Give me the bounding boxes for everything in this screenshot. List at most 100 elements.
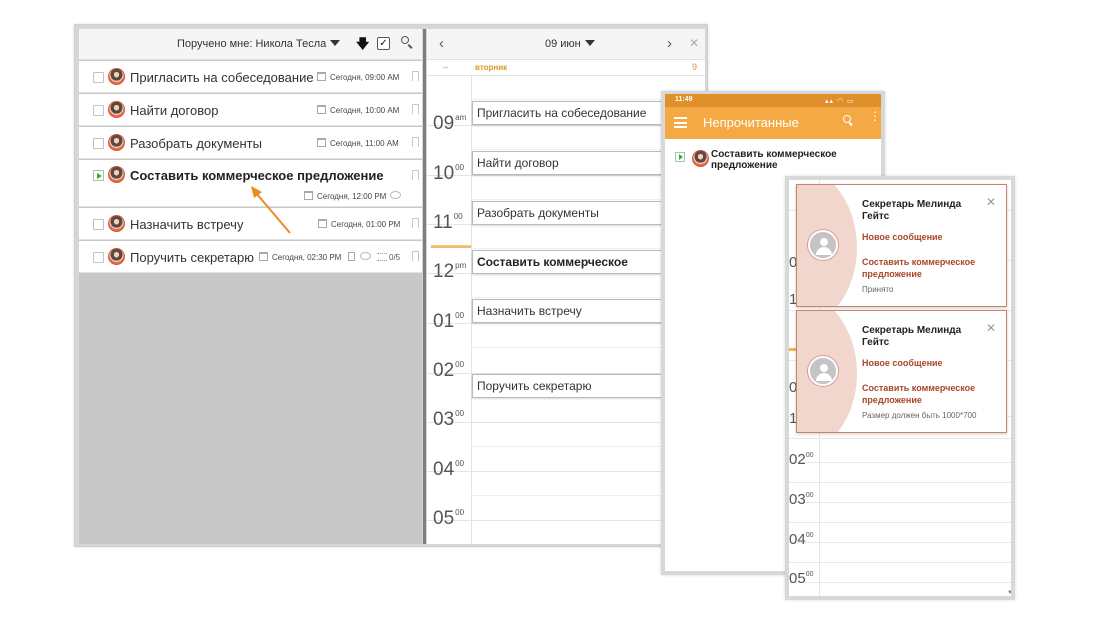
status-bar: 11:49 ▴▴ ◠ ▭	[665, 94, 881, 107]
notification-type: Новое сообщение	[862, 358, 943, 368]
hour-label: 0400	[789, 531, 814, 548]
bookmark-icon[interactable]	[412, 104, 419, 117]
chevron-right-icon[interactable]: ›	[667, 36, 672, 51]
user-avatar-icon	[808, 356, 838, 386]
task-date: Сегодня, 01:00 PM	[331, 220, 401, 229]
hour-label: 0500	[433, 508, 465, 529]
pointer-arrow	[251, 186, 291, 234]
scroll-down-icon[interactable]: ▼	[1007, 590, 1011, 596]
notification-screen: 0 1 0 1 0200 0300 0400 0500 ▼ Секретарь …	[785, 176, 1015, 600]
task-title[interactable]: Разобрать документы	[130, 136, 262, 151]
task-row[interactable]: Найти договор Сегодня, 10:00 AM	[79, 94, 422, 126]
bookmark-icon[interactable]	[412, 251, 419, 264]
notification-card[interactable]: Секретарь Мелинда Гейтс ✕ Новое сообщени…	[796, 184, 1007, 307]
app-bar-title: Непрочитанные	[703, 115, 799, 130]
close-icon[interactable]: ✕	[986, 322, 996, 334]
comment-icon	[360, 252, 371, 260]
task-row[interactable]: Пригласить на собеседование Сегодня, 09:…	[79, 61, 422, 93]
user-avatar-icon	[808, 230, 838, 260]
unread-task-item[interactable]: Составить коммерческое предложение	[711, 149, 871, 171]
calendar-date-label: 09 июн	[545, 38, 581, 50]
calendar-date-dropdown[interactable]: 09 июн	[545, 38, 595, 50]
task-checkbox[interactable]	[93, 72, 104, 83]
task-row[interactable]: Разобрать документы Сегодня, 11:00 AM	[79, 127, 422, 159]
hour-label: 09am	[433, 113, 467, 134]
task-checkbox[interactable]	[93, 219, 104, 230]
comment-icon	[390, 191, 401, 199]
check-icon[interactable]: ✓	[377, 37, 390, 50]
calendar-icon	[259, 252, 268, 261]
caret-down-icon	[584, 40, 595, 46]
hour-label: 12pm	[433, 261, 467, 282]
hamburger-menu-icon[interactable]	[674, 117, 687, 128]
bookmark-icon[interactable]	[412, 137, 419, 150]
avatar	[108, 101, 125, 118]
bookmark-icon[interactable]	[412, 71, 419, 84]
caret-down-icon	[330, 40, 341, 46]
more-vertical-icon[interactable]: ⋮	[869, 110, 881, 122]
task-list-panel: Поручено мне: Никола Тесла 🡇 ✓ Пригласит…	[79, 29, 422, 544]
task-checkbox[interactable]	[93, 252, 104, 263]
task-title[interactable]: Составить коммерческое предложение	[130, 168, 384, 183]
hour-label: 0100	[433, 311, 465, 332]
task-list-header: Поручено мне: Никола Тесла 🡇 ✓	[79, 29, 422, 60]
notification-sender: Секретарь Мелинда Гейтс	[862, 325, 962, 348]
notification-note: Размер должен быть 1000*700	[862, 411, 977, 420]
task-title[interactable]: Найти договор	[130, 103, 218, 118]
calendar-icon	[317, 105, 326, 114]
arrow-down-icon[interactable]: 🡇	[356, 37, 369, 50]
task-date: Сегодня, 11:00 AM	[330, 139, 399, 148]
avatar	[108, 166, 125, 183]
task-title[interactable]: Поручить секретарю	[130, 250, 254, 265]
search-icon[interactable]	[843, 115, 855, 127]
app-bar: Непрочитанные ⋮	[665, 107, 881, 139]
close-icon[interactable]: ✕	[986, 196, 996, 208]
assigned-filter-dropdown[interactable]: Поручено мне: Никола Тесла	[177, 38, 341, 50]
close-icon[interactable]: ✕	[689, 37, 699, 49]
task-checkbox[interactable]	[93, 105, 104, 116]
notification-type: Новое сообщение	[862, 232, 943, 242]
signal-icons: ▴▴ ◠ ▭	[825, 98, 855, 105]
bookmark-icon[interactable]	[412, 170, 419, 183]
avatar	[692, 150, 709, 167]
hour-label: 1100	[433, 212, 463, 233]
hour-label: 0200	[433, 360, 465, 381]
play-icon[interactable]	[93, 170, 104, 181]
task-date: Сегодня, 09:00 AM	[330, 73, 400, 82]
chevron-left-icon[interactable]: ‹	[439, 36, 444, 51]
current-time-indicator	[431, 245, 471, 248]
status-time: 11:49	[675, 96, 693, 103]
task-title[interactable]: Назначить встречу	[130, 217, 243, 232]
avatar	[108, 215, 125, 232]
hour-label: 0500	[789, 570, 814, 587]
calendar-icon	[317, 72, 326, 81]
avatar	[108, 68, 125, 85]
notification-subject[interactable]: Составить коммерческое предложение	[862, 256, 997, 280]
hour-label: 0300	[433, 409, 465, 430]
task-row[interactable]: Поручить секретарю Сегодня, 02:30 PM 0/5	[79, 241, 422, 273]
task-date: Сегодня, 10:00 AM	[330, 106, 400, 115]
calendar-header: ‹ 09 июн › ✕	[427, 29, 705, 60]
task-date: Сегодня, 12:00 PM	[317, 192, 387, 201]
notification-card[interactable]: Секретарь Мелинда Гейтс ✕ Новое сообщени…	[796, 310, 1007, 433]
search-icon[interactable]	[400, 35, 414, 49]
notification-note: Принято	[862, 285, 894, 294]
avatar	[108, 134, 125, 151]
notification-subject[interactable]: Составить коммерческое предложение	[862, 382, 997, 406]
task-title[interactable]: Пригласить на собеседование	[130, 70, 314, 85]
notification-sender: Секретарь Мелинда Гейтс	[862, 199, 962, 222]
hour-label: 0400	[433, 459, 465, 480]
hour-label: 1000	[433, 163, 465, 184]
bookmark-icon[interactable]	[412, 218, 419, 231]
task-checkbox[interactable]	[93, 138, 104, 149]
day-number: 9	[692, 62, 698, 72]
allday-marker: –	[443, 62, 449, 72]
play-icon[interactable]	[675, 152, 685, 162]
panel-splitter[interactable]	[423, 29, 426, 544]
desktop-window: Поручено мне: Никола Тесла 🡇 ✓ Пригласит…	[74, 24, 708, 547]
subtasks-count: 0/5	[389, 253, 401, 262]
hour-label: 0200	[789, 451, 814, 468]
assigned-filter-label: Поручено мне: Никола Тесла	[177, 38, 327, 50]
calendar-icon	[318, 219, 327, 228]
avatar	[108, 248, 125, 265]
